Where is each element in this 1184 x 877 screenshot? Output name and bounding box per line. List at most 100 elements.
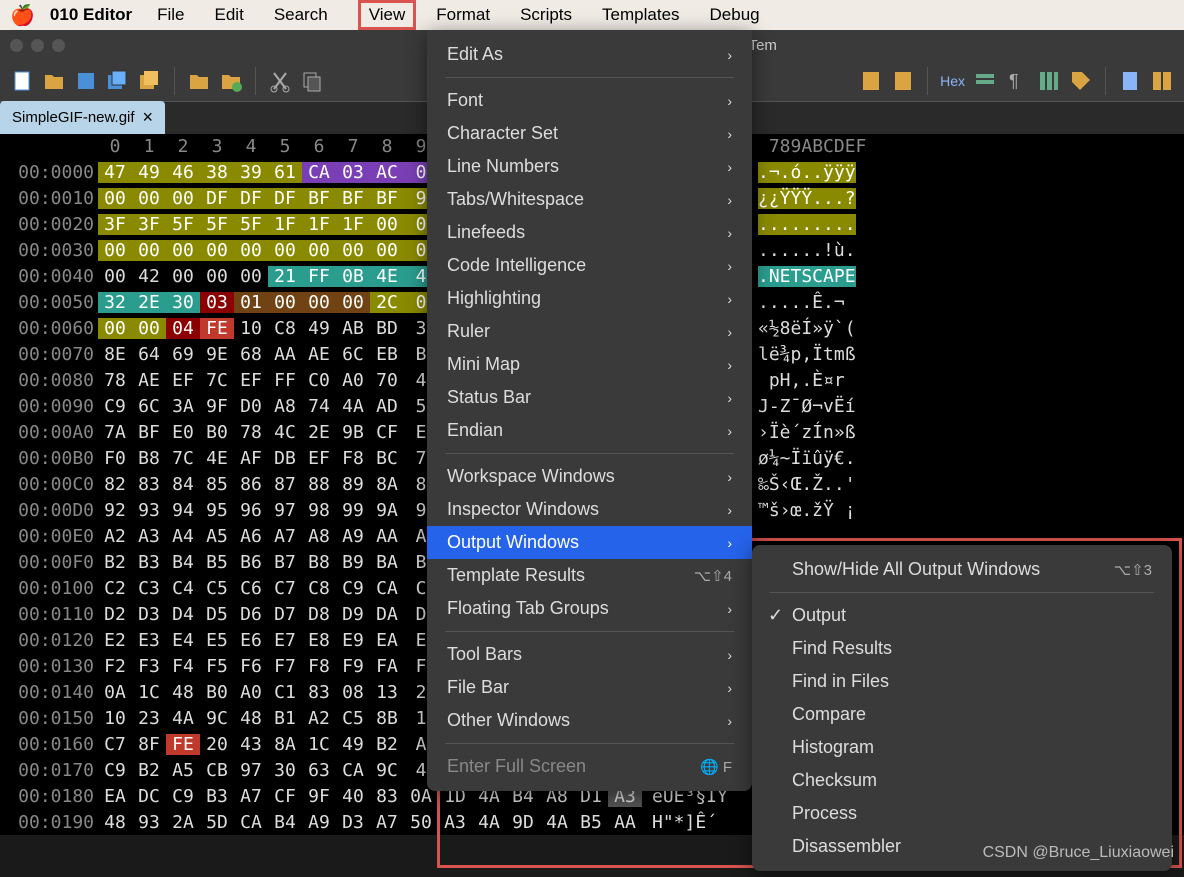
menu-item-edit-as[interactable]: Edit As› (427, 38, 752, 71)
menu-item-code-intelligence[interactable]: Code Intelligence› (427, 249, 752, 282)
menu-debug[interactable]: Debug (710, 5, 760, 25)
menu-item-highlighting[interactable]: Highlighting› (427, 282, 752, 315)
hex-label: Hex (940, 73, 965, 89)
menu-separator (445, 77, 734, 78)
offset-label: 00:00C0 (0, 474, 98, 495)
close-window-button[interactable] (10, 39, 23, 52)
svg-text:¶: ¶ (1009, 71, 1019, 91)
view-mode1-icon[interactable] (973, 69, 997, 93)
calculator-icon[interactable] (1118, 69, 1142, 93)
offset-label: 00:0180 (0, 786, 98, 807)
copy-icon[interactable] (300, 69, 324, 93)
menu-item-inspector-windows[interactable]: Inspector Windows› (427, 493, 752, 526)
offset-label: 00:0050 (0, 292, 98, 313)
open-template-icon[interactable] (187, 69, 211, 93)
menu-item-status-bar[interactable]: Status Bar› (427, 381, 752, 414)
submenu-output[interactable]: ✓Output (752, 599, 1172, 632)
template-icon[interactable] (891, 69, 915, 93)
save-icon[interactable] (74, 69, 98, 93)
submenu-process[interactable]: Process (752, 797, 1172, 830)
menu-item-character-set[interactable]: Character Set› (427, 117, 752, 150)
close-tab-icon[interactable]: × (143, 107, 154, 128)
menu-item-template-results[interactable]: Template Results⌥⇧4 (427, 559, 752, 592)
menu-item-file-bar[interactable]: File Bar› (427, 671, 752, 704)
offset-label: 00:0120 (0, 630, 98, 651)
output-windows-submenu: Show/Hide All Output Windows⌥⇧3✓OutputFi… (752, 545, 1172, 871)
file-tab[interactable]: SimpleGIF-new.gif × (0, 101, 165, 134)
offset-label: 00:0070 (0, 344, 98, 365)
menu-search[interactable]: Search (274, 5, 328, 25)
script-icon[interactable] (859, 69, 883, 93)
zoom-window-button[interactable] (52, 39, 65, 52)
open-folder-icon[interactable] (42, 69, 66, 93)
columns-icon[interactable] (1037, 69, 1061, 93)
menu-view[interactable]: View (358, 0, 417, 30)
compare-icon[interactable] (1150, 69, 1174, 93)
offset-label: 00:0090 (0, 396, 98, 417)
toolbar-separator (1105, 67, 1106, 95)
offset-label: 00:0040 (0, 266, 98, 287)
menu-item-font[interactable]: Font› (427, 84, 752, 117)
minimize-window-button[interactable] (31, 39, 44, 52)
toolbar-separator (927, 67, 928, 95)
offset-label: 00:0000 (0, 162, 98, 183)
submenu-histogram[interactable]: Histogram (752, 731, 1172, 764)
offset-label: 00:0170 (0, 760, 98, 781)
menu-format[interactable]: Format (436, 5, 490, 25)
menu-item-linefeeds[interactable]: Linefeeds› (427, 216, 752, 249)
menu-separator (445, 453, 734, 454)
submenu-compare[interactable]: Compare (752, 698, 1172, 731)
menu-separator (770, 592, 1154, 593)
menu-item-output-windows[interactable]: Output Windows› (427, 526, 752, 559)
run-template-icon[interactable] (219, 69, 243, 93)
offset-label: 00:00D0 (0, 500, 98, 521)
traffic-lights (10, 39, 65, 52)
submenu-find-in-files[interactable]: Find in Files (752, 665, 1172, 698)
offset-label: 00:0130 (0, 656, 98, 677)
menu-item-tabs-whitespace[interactable]: Tabs/Whitespace› (427, 183, 752, 216)
menu-item-ruler[interactable]: Ruler› (427, 315, 752, 348)
watermark-text: CSDN @Bruce_Liuxiaowei (983, 844, 1174, 862)
tab-label: SimpleGIF-new.gif (12, 109, 135, 126)
submenu-checksum[interactable]: Checksum (752, 764, 1172, 797)
offset-label: 00:0060 (0, 318, 98, 339)
menu-item-line-numbers[interactable]: Line Numbers› (427, 150, 752, 183)
tag-icon[interactable] (1069, 69, 1093, 93)
submenu-find-results[interactable]: Find Results (752, 632, 1172, 665)
offset-label: 00:0010 (0, 188, 98, 209)
submenu-show-hide-all[interactable]: Show/Hide All Output Windows⌥⇧3 (752, 553, 1172, 586)
menu-item-enter-full-screen[interactable]: Enter Full Screen🌐 F (427, 750, 752, 783)
offset-label: 00:0190 (0, 812, 98, 833)
menu-item-floating-tab-groups[interactable]: Floating Tab Groups› (427, 592, 752, 625)
offset-label: 00:00B0 (0, 448, 98, 469)
app-name: 010 Editor (50, 5, 132, 25)
menu-item-workspace-windows[interactable]: Workspace Windows› (427, 460, 752, 493)
menu-templates[interactable]: Templates (602, 5, 679, 25)
menu-item-endian[interactable]: Endian› (427, 414, 752, 447)
view-menu-dropdown: Edit As› Font›Character Set›Line Numbers›… (427, 30, 752, 791)
toolbar-separator (255, 67, 256, 95)
macos-menubar: 🍎 010 Editor File Edit Search View Forma… (0, 0, 1184, 30)
offset-label: 00:0140 (0, 682, 98, 703)
menu-scripts[interactable]: Scripts (520, 5, 572, 25)
menu-file[interactable]: File (157, 5, 184, 25)
copy-files-icon[interactable] (138, 69, 162, 93)
apple-logo-icon: 🍎 (10, 3, 35, 28)
offset-label: 00:0160 (0, 734, 98, 755)
offset-label: 00:0030 (0, 240, 98, 261)
offset-label: 00:0020 (0, 214, 98, 235)
menu-item-tool-bars[interactable]: Tool Bars› (427, 638, 752, 671)
offset-label: 00:0100 (0, 578, 98, 599)
menu-item-mini-map[interactable]: Mini Map› (427, 348, 752, 381)
cut-icon[interactable] (268, 69, 292, 93)
menu-item-other-windows[interactable]: Other Windows› (427, 704, 752, 737)
menu-edit[interactable]: Edit (215, 5, 244, 25)
new-file-icon[interactable] (10, 69, 34, 93)
offset-label: 00:00A0 (0, 422, 98, 443)
offset-label: 00:0150 (0, 708, 98, 729)
offset-label: 00:0080 (0, 370, 98, 391)
save-all-icon[interactable] (106, 69, 130, 93)
pilcrow-icon[interactable]: ¶ (1005, 69, 1029, 93)
offset-label: 00:00E0 (0, 526, 98, 547)
toolbar-separator (174, 67, 175, 95)
